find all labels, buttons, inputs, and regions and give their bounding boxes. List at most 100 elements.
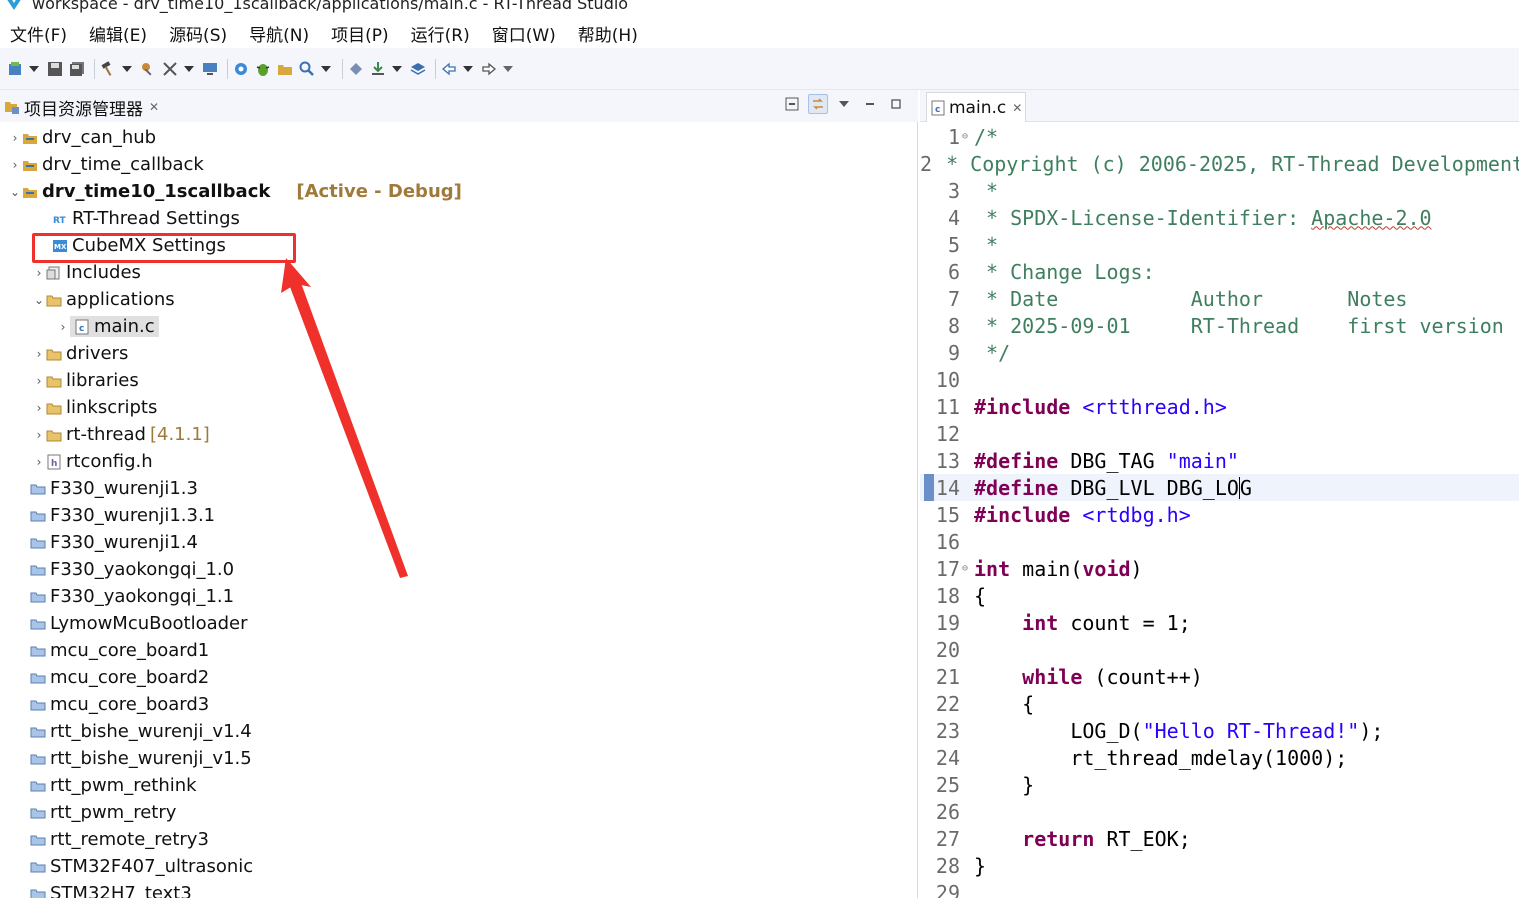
search-icon[interactable] <box>298 60 316 78</box>
tree-item[interactable]: › drv_time_callback <box>0 151 918 178</box>
back-dropdown-icon[interactable] <box>462 60 474 78</box>
tree-item-label: STM32H7_text3 <box>50 883 192 898</box>
download-dropdown-icon[interactable] <box>391 60 403 78</box>
tree-item[interactable]: › drivers <box>0 340 918 367</box>
save-icon[interactable] <box>46 60 64 78</box>
line-number: 25 <box>935 772 960 797</box>
chevron-right-icon[interactable]: › <box>32 428 46 442</box>
menu-help[interactable]: 帮助(H) <box>578 21 638 46</box>
maximize-icon[interactable] <box>886 94 906 114</box>
chevron-right-icon[interactable]: › <box>32 266 46 280</box>
chevron-right-icon[interactable]: › <box>32 401 46 415</box>
tree-item[interactable]: › h rtconfig.h <box>0 448 918 475</box>
tree-item-closed-project[interactable]: mcu_core_board1 <box>0 637 918 664</box>
chevron-right-icon[interactable]: › <box>32 347 46 361</box>
menu-project[interactable]: 项目(P) <box>331 21 389 46</box>
monitor-icon[interactable] <box>201 60 219 78</box>
close-icon[interactable]: ✕ <box>1012 101 1022 115</box>
tree-item-closed-project[interactable]: rtt_bishe_wurenji_v1.4 <box>0 718 918 745</box>
chevron-right-icon[interactable]: › <box>32 374 46 388</box>
clean-icon[interactable] <box>161 60 179 78</box>
close-icon[interactable]: ✕ <box>149 100 159 114</box>
tree-item-closed-project[interactable]: mcu_core_board2 <box>0 664 918 691</box>
rebuild-icon[interactable] <box>139 60 157 78</box>
search-dropdown-icon[interactable] <box>320 60 332 78</box>
tree-item[interactable]: ⌄ applications <box>0 286 918 313</box>
save-all-icon[interactable] <box>68 60 86 78</box>
tree-item[interactable]: RT RT-Thread Settings <box>0 205 918 232</box>
build-dropdown-icon[interactable] <box>121 60 133 78</box>
debug-bug-icon[interactable] <box>254 60 272 78</box>
tree-item-closed-project[interactable]: F330_yaokongqi_1.1 <box>0 583 918 610</box>
clean-dropdown-icon[interactable] <box>183 60 195 78</box>
code-line: 1 ⊖/* <box>920 123 1519 150</box>
download-icon[interactable] <box>369 60 387 78</box>
minimize-icon[interactable] <box>860 94 880 114</box>
fold-toggle-icon[interactable]: ⊖ <box>962 131 974 142</box>
menu-source[interactable]: 源码(S) <box>169 21 227 46</box>
back-arrow-icon[interactable] <box>440 60 458 78</box>
new-dropdown-icon[interactable] <box>28 60 40 78</box>
menu-edit[interactable]: 编辑(E) <box>89 21 147 46</box>
chevron-right-icon[interactable]: › <box>8 131 22 145</box>
chevron-down-icon[interactable]: ⌄ <box>8 185 22 199</box>
chevron-right-icon[interactable]: › <box>56 320 70 334</box>
closed-project-icon <box>30 697 46 713</box>
tree-item-label: applications <box>66 289 175 310</box>
code-text-area[interactable]: 1 ⊖/* 2 * Copyright (c) 2006-2025, RT-Thr… <box>920 123 1519 898</box>
menu-file[interactable]: 文件(F) <box>10 21 67 46</box>
tree-item-label: rtt_bishe_wurenji_v1.5 <box>50 748 252 769</box>
chevron-right-icon[interactable]: › <box>32 455 46 469</box>
tree-item[interactable]: › drv_can_hub <box>0 124 918 151</box>
fold-toggle-icon[interactable]: ⊖ <box>962 563 974 574</box>
build-hammer-icon[interactable] <box>99 60 117 78</box>
tree-item-closed-project[interactable]: rtt_pwm_rethink <box>0 772 918 799</box>
tree-item-closed-project[interactable]: F330_wurenji1.4 <box>0 529 918 556</box>
tree-item-closed-project[interactable]: STM32F407_ultrasonic <box>0 853 918 880</box>
tree-item-label: drv_time_callback <box>42 154 204 175</box>
chevron-down-icon[interactable]: ⌄ <box>32 293 46 307</box>
main-toolbar <box>0 48 1519 90</box>
menu-navigate[interactable]: 导航(N) <box>249 21 309 46</box>
new-icon[interactable] <box>6 60 24 78</box>
settings-gear-icon[interactable] <box>232 60 250 78</box>
view-menu-icon[interactable] <box>834 94 854 114</box>
editor-tab-label: main.c <box>949 97 1007 118</box>
header-file-icon: h <box>46 454 62 470</box>
code-text: } <box>974 853 987 878</box>
link-with-editor-icon[interactable] <box>808 94 828 114</box>
chevron-right-icon[interactable]: › <box>8 158 22 172</box>
forward-arrow-icon[interactable] <box>480 60 498 78</box>
tree-item-closed-project[interactable]: F330_wurenji1.3.1 <box>0 502 918 529</box>
tree-item-closed-project[interactable]: F330_yaokongqi_1.0 <box>0 556 918 583</box>
closed-project-icon <box>30 724 46 740</box>
tree-item-label: rtt_bishe_wurenji_v1.4 <box>50 721 252 742</box>
forward-dropdown-icon[interactable] <box>502 60 514 78</box>
tree-item[interactable]: › Includes <box>0 259 918 286</box>
tree-item-closed-project[interactable]: rtt_pwm_retry <box>0 799 918 826</box>
tree-item-closed-project[interactable]: STM32H7_text3 <box>0 880 918 898</box>
collapse-all-icon[interactable] <box>782 94 802 114</box>
project-explorer-tab[interactable]: 项目资源管理器 ✕ <box>4 95 159 120</box>
menu-window[interactable]: 窗口(W) <box>492 21 556 46</box>
tree-item[interactable]: › libraries <box>0 367 918 394</box>
tree-item-closed-project[interactable]: F330_wurenji1.3 <box>0 475 918 502</box>
tree-item[interactable]: › rt-thread [4.1.1] <box>0 421 918 448</box>
tree-item[interactable]: › linkscripts <box>0 394 918 421</box>
tree-item-closed-project[interactable]: rtt_remote_retry3 <box>0 826 918 853</box>
menu-run[interactable]: 运行(R) <box>411 21 470 46</box>
editor-tab-main-c[interactable]: c main.c ✕ <box>926 92 1026 122</box>
tag-icon[interactable] <box>347 60 365 78</box>
tree-item-closed-project[interactable]: rtt_bishe_wurenji_v1.5 <box>0 745 918 772</box>
tree-item-active-project[interactable]: ⌄ drv_time10_1scallback [Active - Debug] <box>0 178 918 205</box>
tree-item-selected[interactable]: › c main.c <box>0 313 918 340</box>
code-text: ) <box>1130 556 1143 581</box>
code-line: 5 * <box>920 231 1519 258</box>
tree-item-label: mcu_core_board1 <box>50 640 210 661</box>
layers-icon[interactable] <box>409 60 427 78</box>
open-folder-icon[interactable] <box>276 60 294 78</box>
tree-item-closed-project[interactable]: mcu_core_board3 <box>0 691 918 718</box>
tree-item-closed-project[interactable]: LymowMcuBootloader <box>0 610 918 637</box>
tree-item-label: F330_wurenji1.3 <box>50 478 198 499</box>
code-text: ); <box>1359 718 1384 743</box>
